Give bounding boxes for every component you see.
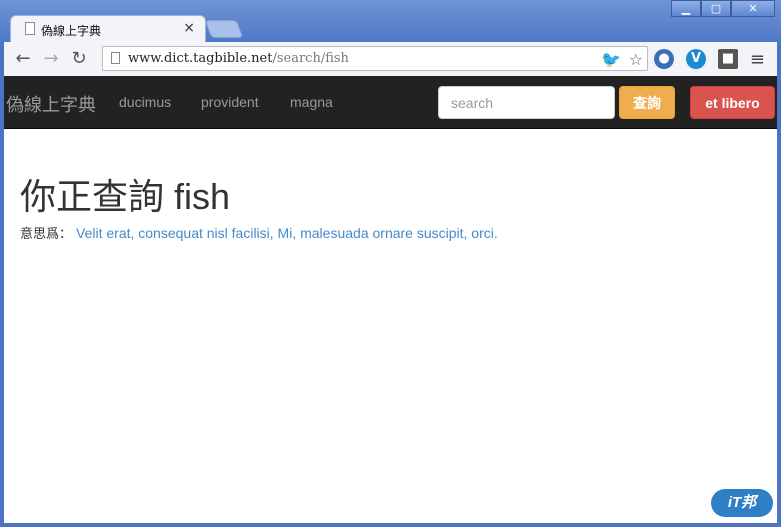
- window-controls: ▁ ▢ ✕: [671, 0, 775, 18]
- browser-window: 偽線上字典 × ▁ ▢ ✕ ← → ↻ www.dict.tagbible.ne…: [0, 0, 781, 527]
- twitter-icon[interactable]: 🐦: [601, 50, 621, 69]
- address-bar[interactable]: www.dict.tagbible.net/search/fish 🐦 ☆: [102, 46, 648, 71]
- search-input[interactable]: [438, 86, 615, 119]
- bookmark-star-icon[interactable]: ☆: [629, 50, 643, 69]
- search-button[interactable]: 查詢: [619, 86, 675, 119]
- browser-tab[interactable]: 偽線上字典 ×: [10, 15, 206, 42]
- meaning-label: 意思爲：: [20, 226, 73, 241]
- et-libero-button[interactable]: et libero: [690, 86, 775, 119]
- tab-close-icon[interactable]: ×: [183, 20, 195, 36]
- tab-title: 偽線上字典: [41, 24, 102, 38]
- site-navbar: 偽線上字典 ducimus provident magna 查詢 et libe…: [4, 76, 777, 129]
- nav-link-provident[interactable]: provident: [201, 94, 259, 110]
- url-host: www.dict.tagbible.net: [128, 51, 273, 66]
- browser-toolbar: ← → ↻ www.dict.tagbible.net/search/fish …: [0, 42, 781, 76]
- close-window-button[interactable]: ✕: [731, 0, 775, 17]
- url-path: /search/fish: [272, 51, 349, 66]
- minimize-button[interactable]: ▁: [671, 0, 701, 17]
- forward-icon[interactable]: →: [40, 48, 62, 70]
- maximize-button[interactable]: ▢: [701, 0, 731, 17]
- site-brand[interactable]: 偽線上字典: [6, 91, 96, 117]
- page-icon: [111, 52, 120, 64]
- meaning-row: 意思爲： Velit erat, consequat nisl facilisi,…: [20, 223, 498, 242]
- nav-link-magna[interactable]: magna: [290, 94, 333, 110]
- menu-icon[interactable]: ≡: [750, 49, 765, 70]
- page-title: 你正查詢 fish: [20, 176, 231, 217]
- url-text: www.dict.tagbible.net/search/fish: [128, 51, 349, 66]
- v-extension-icon[interactable]: V: [686, 49, 706, 69]
- ithome-watermark: iT邦: [711, 489, 773, 517]
- page-viewport: 偽線上字典 ducimus provident magna 查詢 et libe…: [4, 76, 777, 523]
- reload-icon[interactable]: ↻: [68, 48, 90, 70]
- nav-link-ducimus[interactable]: ducimus: [119, 94, 171, 110]
- globe-icon[interactable]: ●: [654, 49, 674, 69]
- grid-extension-icon[interactable]: ■: [718, 49, 738, 69]
- title-bar: 偽線上字典 × ▁ ▢ ✕: [0, 0, 781, 42]
- document-icon: [25, 22, 35, 35]
- new-tab-button[interactable]: [204, 20, 244, 38]
- meaning-text[interactable]: Velit erat, consequat nisl facilisi, Mi,…: [76, 225, 498, 241]
- back-icon[interactable]: ←: [12, 48, 34, 70]
